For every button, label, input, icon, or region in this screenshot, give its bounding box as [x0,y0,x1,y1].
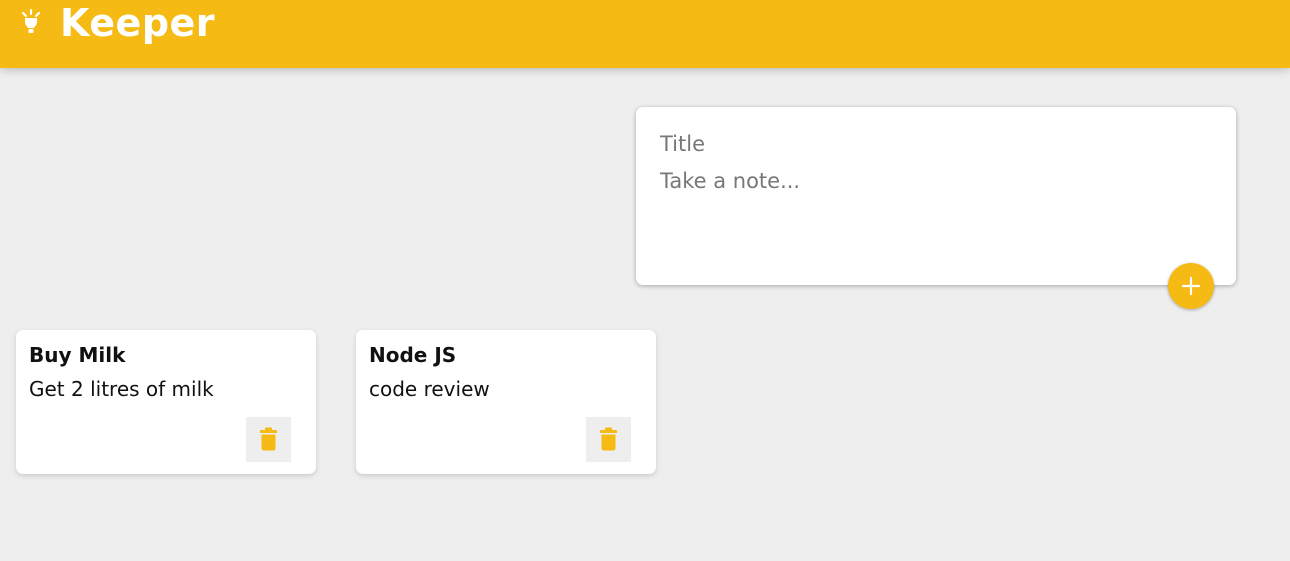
note-content-input[interactable] [660,169,1200,259]
lightbulb-icon [19,8,43,36]
note-content: Get 2 litres of milk [29,377,214,401]
note-card: Buy Milk Get 2 litres of milk [16,330,316,474]
note-card: Node JS code review [356,330,656,474]
note-title: Node JS [369,343,457,367]
delete-note-button[interactable] [246,417,291,462]
app-header: Keeper [0,0,1290,68]
note-title: Buy Milk [29,343,126,367]
delete-note-button[interactable] [586,417,631,462]
add-note-button[interactable] [1168,263,1214,309]
note-title-input[interactable] [660,129,1200,159]
note-content: code review [369,377,490,401]
app-title: Keeper [60,1,216,45]
create-note-form [636,107,1236,309]
